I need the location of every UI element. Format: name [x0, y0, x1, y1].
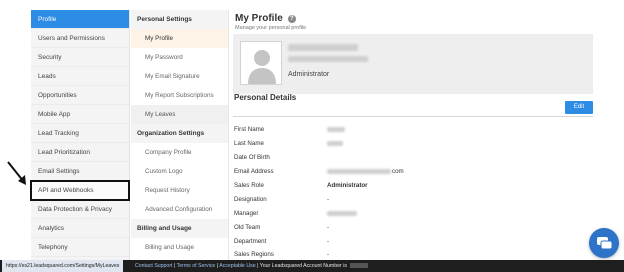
redacted-name	[288, 44, 358, 51]
detail-label: Sales Regions	[234, 251, 274, 258]
detail-value: -	[327, 251, 330, 258]
detail-row-manager: Manager	[234, 210, 534, 222]
organization-settings-heading: Organization Settings	[131, 124, 228, 143]
redacted-email	[288, 56, 368, 62]
hover-url: https://es21.leadsquared.com/Settings/My…	[2, 260, 124, 272]
redacted-value	[327, 127, 345, 132]
redacted-value	[327, 211, 357, 216]
settings-page: Profile Users and Permissions Security L…	[0, 0, 624, 272]
acceptable-use-link[interactable]: Acceptable Use	[219, 263, 255, 269]
detail-row-first-name: First Name	[234, 126, 534, 138]
page-title: My Profile	[235, 13, 283, 24]
help-icon[interactable]: ?	[287, 14, 296, 23]
subnav-billing-and-usage[interactable]: Billing and Usage	[131, 238, 228, 257]
nav-item-lead-tracking[interactable]: Lead Tracking	[31, 124, 129, 143]
personal-details-heading: Personal Details	[234, 93, 297, 102]
status-bar: https://es21.leadsquared.com/Settings/My…	[0, 260, 624, 272]
footer-links: Contact Support | Terms of Service | Acc…	[135, 260, 369, 272]
nav-item-leads[interactable]: Leads	[31, 67, 129, 86]
nav-item-mobile-app[interactable]: Mobile App	[31, 105, 129, 124]
detail-label: Old Team	[234, 224, 261, 231]
nav-item-users-and-permissions[interactable]: Users and Permissions	[31, 29, 129, 48]
email-domain-suffix: com	[392, 168, 404, 175]
subnav-my-report-subscriptions[interactable]: My Report Subscriptions	[131, 86, 228, 105]
chat-widget-button[interactable]	[589, 228, 619, 258]
billing-and-usage-heading: Billing and Usage	[131, 219, 228, 238]
nav-item-data-protection[interactable]: Data Protection & Privacy	[31, 200, 129, 219]
redacted-account-number	[350, 263, 369, 269]
detail-value: Administrator	[327, 182, 368, 189]
terms-of-service-link[interactable]: Terms of Service	[177, 263, 216, 269]
chat-bubble-icon	[597, 237, 613, 250]
nav-item-security[interactable]: Security	[31, 48, 129, 67]
detail-row-designation: Designation -	[234, 196, 534, 208]
detail-value: -	[327, 224, 330, 231]
nav-item-profile[interactable]: Profile	[31, 10, 129, 29]
detail-label: Sales Role	[234, 182, 264, 189]
title-row: My Profile ?	[235, 13, 296, 24]
nav-item-api-and-webhooks[interactable]: API and Webhooks	[30, 180, 130, 201]
subnav-advanced-configuration[interactable]: Advanced Configuration	[131, 200, 228, 219]
main-content: My Profile ? Manage your personal profil…	[230, 10, 594, 260]
subnav-my-password[interactable]: My Password	[131, 48, 228, 67]
nav-item-analytics[interactable]: Analytics	[31, 219, 129, 238]
detail-row-old-team: Old Team -	[234, 224, 534, 236]
detail-row-email-address: Email Address com	[234, 168, 534, 180]
annotation-arrow-icon	[7, 161, 26, 185]
subnav-my-profile[interactable]: My Profile	[131, 29, 228, 48]
detail-row-department: Department -	[234, 238, 534, 250]
user-silhouette-icon	[248, 50, 276, 84]
nav-item-telephony[interactable]: Telephony	[31, 238, 129, 257]
personal-settings-heading: Personal Settings	[131, 10, 228, 29]
nav-item-email-settings[interactable]: Email Settings	[31, 162, 129, 181]
detail-row-date-of-birth: Date Of Birth	[234, 154, 534, 166]
detail-label: First Name	[234, 126, 265, 133]
detail-row-sales-role: Sales Role Administrator	[234, 182, 534, 194]
subnav-company-profile[interactable]: Company Profile	[131, 143, 228, 162]
subnav-my-leaves[interactable]: My Leaves	[131, 105, 228, 124]
profile-card: Administrator	[233, 34, 593, 94]
settings-primary-nav: Profile Users and Permissions Security L…	[30, 10, 130, 260]
page-subtitle: Manage your personal profile	[235, 25, 307, 31]
detail-label: Designation	[234, 196, 267, 203]
account-number-text: | Your Leadsquared Account Number is	[257, 263, 347, 269]
detail-label: Email Address	[234, 168, 274, 175]
detail-label: Date Of Birth	[234, 154, 270, 161]
detail-value: -	[327, 196, 330, 203]
redacted-value	[327, 141, 343, 146]
subnav-request-history[interactable]: Request History	[131, 181, 228, 200]
subnav-my-email-signature[interactable]: My Email Signature	[131, 67, 228, 86]
contact-support-link[interactable]: Contact Support	[135, 263, 173, 269]
detail-value: -	[327, 238, 330, 245]
edit-button[interactable]: Edit	[565, 101, 593, 114]
settings-secondary-nav: Personal Settings My Profile My Password…	[131, 10, 229, 260]
detail-row-last-name: Last Name	[234, 140, 534, 152]
redacted-value	[327, 169, 391, 174]
profile-role: Administrator	[288, 71, 330, 78]
nav-item-lead-prioritization[interactable]: Lead Prioritization	[31, 143, 129, 162]
detail-label: Manager	[234, 210, 259, 217]
subnav-custom-logo[interactable]: Custom Logo	[131, 162, 228, 181]
detail-label: Department	[234, 238, 267, 245]
nav-item-opportunities[interactable]: Opportunities	[31, 86, 129, 105]
section-divider	[233, 116, 593, 117]
avatar[interactable]	[240, 41, 282, 85]
detail-label: Last Name	[234, 140, 264, 147]
